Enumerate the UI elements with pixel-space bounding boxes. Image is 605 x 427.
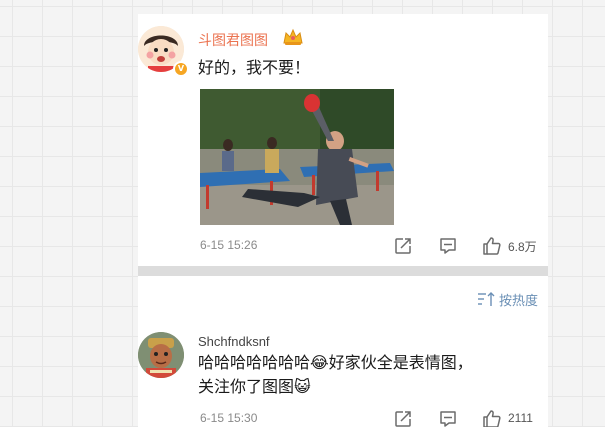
like-icon[interactable] (482, 409, 502, 427)
timestamp: 6-15 15:30 (200, 411, 258, 425)
comment-text: 好的，我不要！ (198, 56, 310, 80)
comment-card: V 斗图君图图 好的，我不要！ 6-15 15:26 6.8万 (138, 14, 548, 266)
section-divider (138, 266, 548, 276)
comment-meta: 6-15 15:30 2111 (200, 409, 548, 427)
sort-bar: 按热度 (138, 276, 548, 316)
sort-label: 按热度 (498, 293, 538, 309)
timestamp: 6-15 15:26 (200, 238, 258, 252)
avatar[interactable] (138, 332, 184, 378)
verified-badge-icon: V (173, 61, 189, 77)
comment-image[interactable] (200, 89, 394, 225)
share-icon[interactable] (393, 236, 413, 256)
comment-meta: 6-15 15:26 6.8万 (200, 236, 548, 256)
comment-card: Shchfndksnf 哈哈哈哈哈哈哈😂好家伙全是表情图， 关注你了图图😺 6-… (138, 316, 548, 427)
comment-text-line: 哈哈哈哈哈哈哈😂好家伙全是表情图， (198, 353, 473, 372)
comment-text: 哈哈哈哈哈哈哈😂好家伙全是表情图， 关注你了图图😺 (198, 351, 538, 399)
username[interactable]: Shchfndksnf (198, 334, 270, 349)
like-icon[interactable] (482, 236, 502, 256)
crown-icon (283, 28, 303, 45)
comment-icon[interactable] (438, 409, 458, 427)
like-count: 2111 (508, 411, 533, 425)
comment-text-line: 关注你了图图😺 (198, 377, 311, 396)
comment-feed: V 斗图君图图 好的，我不要！ 6-15 15:26 6.8万 按热度 Shch… (138, 0, 548, 427)
sort-toggle[interactable]: 按热度 (477, 290, 538, 309)
sort-icon (477, 292, 495, 306)
like-count: 6.8万 (508, 240, 537, 254)
comment-text-line: 好的，我不要！ (198, 58, 311, 77)
share-icon[interactable] (393, 409, 413, 427)
username[interactable]: 斗图君图图 (198, 30, 268, 50)
comment-icon[interactable] (438, 236, 458, 256)
